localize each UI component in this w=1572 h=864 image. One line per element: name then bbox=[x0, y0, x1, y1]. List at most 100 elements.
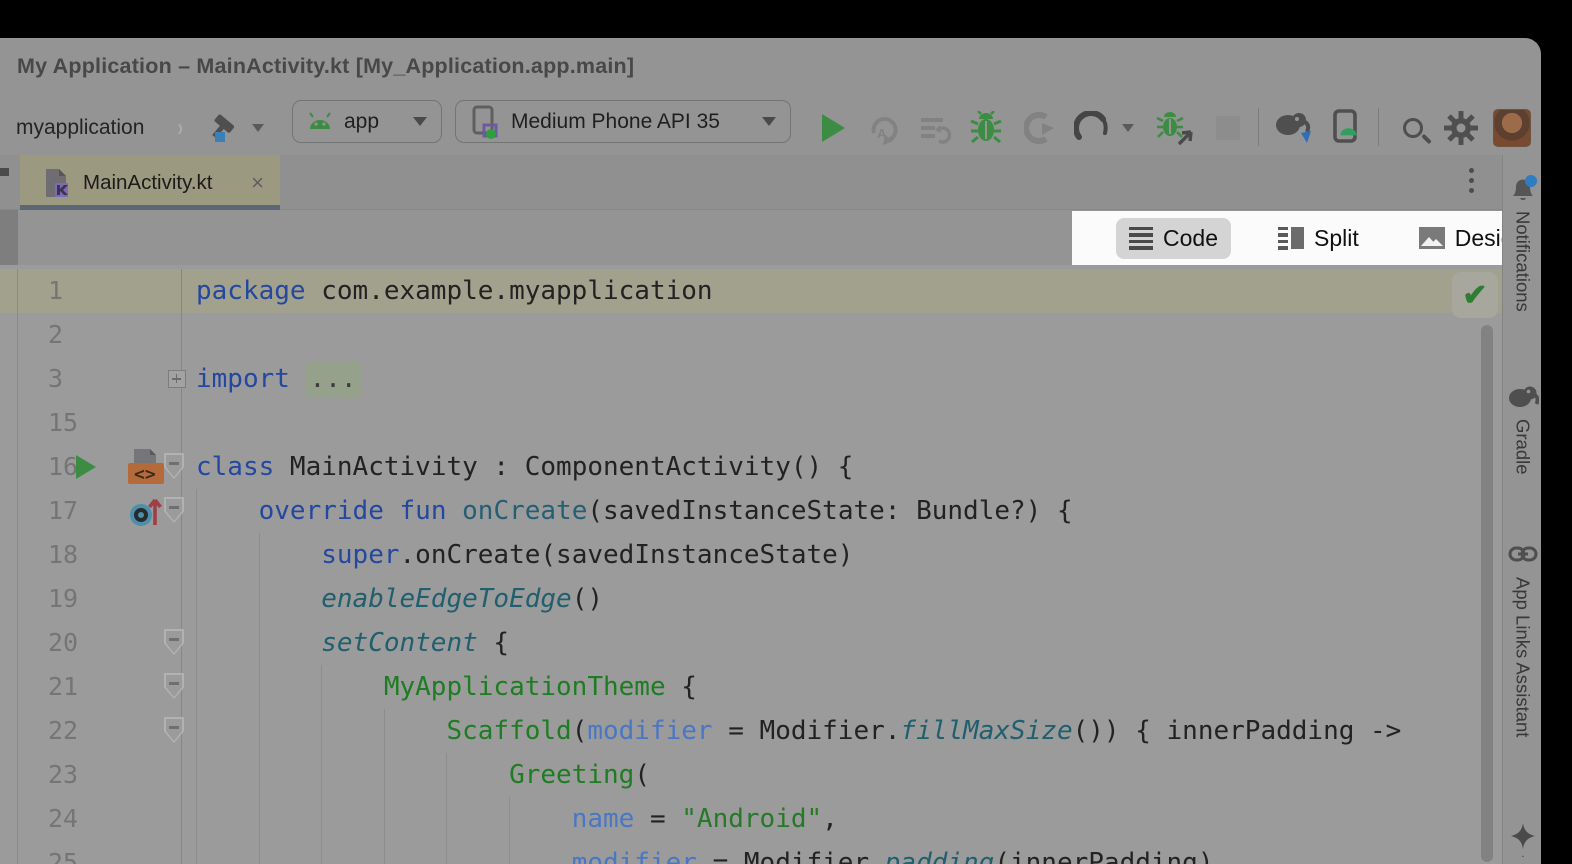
chevron-right-icon: › bbox=[176, 100, 185, 155]
code-text-area[interactable]: super.onCreate(savedInstanceState) bbox=[182, 533, 1502, 577]
code-text: modifier = Modifier.padding(innerPadding… bbox=[196, 841, 1214, 864]
gutter[interactable]: 3 bbox=[18, 357, 182, 401]
code-text-area[interactable]: class MainActivity : ComponentActivity()… bbox=[182, 445, 1502, 489]
stripe-item-gradle[interactable]: Gradle bbox=[1503, 383, 1541, 475]
gradle-sync-button[interactable] bbox=[1268, 100, 1318, 155]
code-line-1[interactable]: 1 package com.example.myapplication bbox=[0, 269, 1502, 313]
code-line-23[interactable]: 23 Greeting( bbox=[0, 753, 1502, 797]
code-text-area[interactable]: Greeting( bbox=[182, 753, 1502, 797]
run-with-coverage-button[interactable] bbox=[1020, 100, 1060, 155]
code-line-3[interactable]: 3import ... bbox=[0, 357, 1502, 401]
stripe-item-gemini[interactable] bbox=[1503, 821, 1541, 857]
profiler-dropdown-caret[interactable] bbox=[1118, 100, 1138, 155]
code-line-18[interactable]: 18 super.onCreate(savedInstanceState) bbox=[0, 533, 1502, 577]
inspection-check-icon: ✔ bbox=[1462, 278, 1487, 313]
tab-close-icon[interactable]: × bbox=[251, 172, 264, 194]
view-mode-split-button[interactable]: Split bbox=[1265, 218, 1372, 259]
split-view-icon bbox=[1278, 227, 1304, 250]
gutter[interactable]: 25 bbox=[18, 841, 182, 864]
code-text-area[interactable]: name = "Android", bbox=[182, 797, 1502, 841]
kotlin-file-icon bbox=[42, 167, 70, 199]
breadcrumb[interactable]: myapplication bbox=[16, 100, 144, 155]
code-line-15[interactable]: 15 bbox=[0, 401, 1502, 445]
debug-button[interactable] bbox=[966, 100, 1006, 155]
gutter[interactable]: 19 bbox=[18, 577, 182, 621]
compose-preview-icon[interactable]: <> bbox=[122, 448, 166, 491]
code-text-area[interactable]: setContent { bbox=[182, 621, 1502, 665]
gutter[interactable]: 17 bbox=[18, 489, 182, 533]
left-stripe-icon[interactable] bbox=[0, 168, 9, 176]
code-line-22[interactable]: 22 Scaffold(modifier = Modifier.fillMaxS… bbox=[0, 709, 1502, 753]
code-text-area[interactable]: package com.example.myapplication bbox=[182, 269, 1502, 313]
editor-options-icon[interactable] bbox=[1469, 168, 1474, 193]
code-line-16[interactable]: 16<>class MainActivity : ComponentActivi… bbox=[0, 445, 1502, 489]
code-text-area[interactable]: Scaffold(modifier = Modifier.fillMaxSize… bbox=[182, 709, 1502, 753]
editor-tab-bar: MainActivity.kt × bbox=[0, 155, 1502, 210]
fold-collapse-icon[interactable] bbox=[164, 629, 184, 655]
code-text-area[interactable]: override fun onCreate(savedInstanceState… bbox=[182, 489, 1502, 533]
code-lines: 1package com.example.myapplication23impo… bbox=[0, 269, 1502, 864]
tab-mainactivity[interactable]: MainActivity.kt × bbox=[20, 155, 280, 210]
gutter[interactable]: 20 bbox=[18, 621, 182, 665]
code-text-area[interactable]: modifier = Modifier.padding(innerPadding… bbox=[182, 841, 1502, 864]
code-line-17[interactable]: 17 override fun onCreate(savedInstanceSt… bbox=[0, 489, 1502, 533]
gutter[interactable]: 22 bbox=[18, 709, 182, 753]
code-text-area[interactable] bbox=[182, 401, 1502, 445]
gutter[interactable]: 1 bbox=[18, 269, 182, 313]
gutter[interactable]: 24 bbox=[18, 797, 182, 841]
coverage-icon bbox=[1024, 111, 1056, 145]
device-manager-button[interactable] bbox=[1326, 100, 1368, 155]
code-line-21[interactable]: 21 MyApplicationTheme { bbox=[0, 665, 1502, 709]
gutter[interactable]: 16<> bbox=[18, 445, 182, 489]
overrides-method-icon[interactable] bbox=[128, 495, 166, 534]
user-avatar bbox=[1493, 109, 1531, 147]
code-text: package com.example.myapplication bbox=[196, 269, 713, 313]
search-everywhere-button[interactable] bbox=[1392, 100, 1434, 155]
stripe-item-notifications[interactable]: Notifications bbox=[1503, 173, 1541, 312]
module-selector[interactable]: app bbox=[292, 100, 442, 143]
gutter-edge bbox=[0, 841, 18, 864]
app-links-icon bbox=[1508, 539, 1538, 569]
profiler-button[interactable] bbox=[1072, 100, 1114, 155]
hammer-icon bbox=[206, 110, 242, 146]
stripe-item-app-links[interactable]: App Links Assistant bbox=[1503, 539, 1541, 737]
fold-collapse-icon[interactable] bbox=[164, 497, 184, 523]
build-button[interactable] bbox=[206, 100, 264, 155]
fold-collapse-icon[interactable] bbox=[164, 673, 184, 699]
code-line-2[interactable]: 2 bbox=[0, 313, 1502, 357]
run-button[interactable] bbox=[816, 100, 850, 155]
gutter[interactable]: 23 bbox=[18, 753, 182, 797]
build-dropdown-caret[interactable] bbox=[252, 124, 264, 132]
device-selector[interactable]: Medium Phone API 35 bbox=[455, 100, 791, 143]
code-line-20[interactable]: 20 setContent { bbox=[0, 621, 1502, 665]
chevron-right-icon: › bbox=[0, 100, 3, 155]
attach-debugger-button[interactable] bbox=[1152, 100, 1196, 155]
stop-button[interactable] bbox=[1210, 100, 1246, 155]
code-text-area[interactable]: enableEdgeToEdge() bbox=[182, 577, 1502, 621]
toolbar-separator bbox=[1258, 108, 1259, 146]
editor-scrollbar[interactable] bbox=[1481, 325, 1493, 862]
gutter-edge bbox=[0, 665, 18, 709]
gutter[interactable]: 15 bbox=[18, 401, 182, 445]
profile-button[interactable] bbox=[1490, 100, 1534, 155]
fold-collapse-icon[interactable] bbox=[164, 717, 184, 743]
code-line-25[interactable]: 25 modifier = Modifier.padding(innerPadd… bbox=[0, 841, 1502, 864]
code-text: name = "Android", bbox=[196, 797, 838, 841]
code-text: enableEdgeToEdge() bbox=[196, 577, 603, 621]
code-editor[interactable]: 1package com.example.myapplication23impo… bbox=[0, 265, 1502, 864]
gutter[interactable]: 21 bbox=[18, 665, 182, 709]
gutter[interactable]: 2 bbox=[18, 313, 182, 357]
fold-collapse-icon[interactable] bbox=[164, 453, 184, 479]
gutter[interactable]: 18 bbox=[18, 533, 182, 577]
code-line-19[interactable]: 19 enableEdgeToEdge() bbox=[0, 577, 1502, 621]
code-text-area[interactable]: import ... bbox=[182, 357, 1502, 401]
apply-code-changes-button[interactable] bbox=[914, 100, 954, 155]
view-mode-code-button[interactable]: Code bbox=[1116, 218, 1231, 259]
settings-button[interactable] bbox=[1440, 100, 1482, 155]
run-class-icon[interactable] bbox=[76, 455, 96, 479]
code-text-area[interactable] bbox=[182, 313, 1502, 357]
code-line-24[interactable]: 24 name = "Android", bbox=[0, 797, 1502, 841]
inspection-widget[interactable]: ✔ bbox=[1452, 272, 1498, 318]
apply-changes-button[interactable]: A bbox=[864, 100, 904, 155]
code-text-area[interactable]: MyApplicationTheme { bbox=[182, 665, 1502, 709]
